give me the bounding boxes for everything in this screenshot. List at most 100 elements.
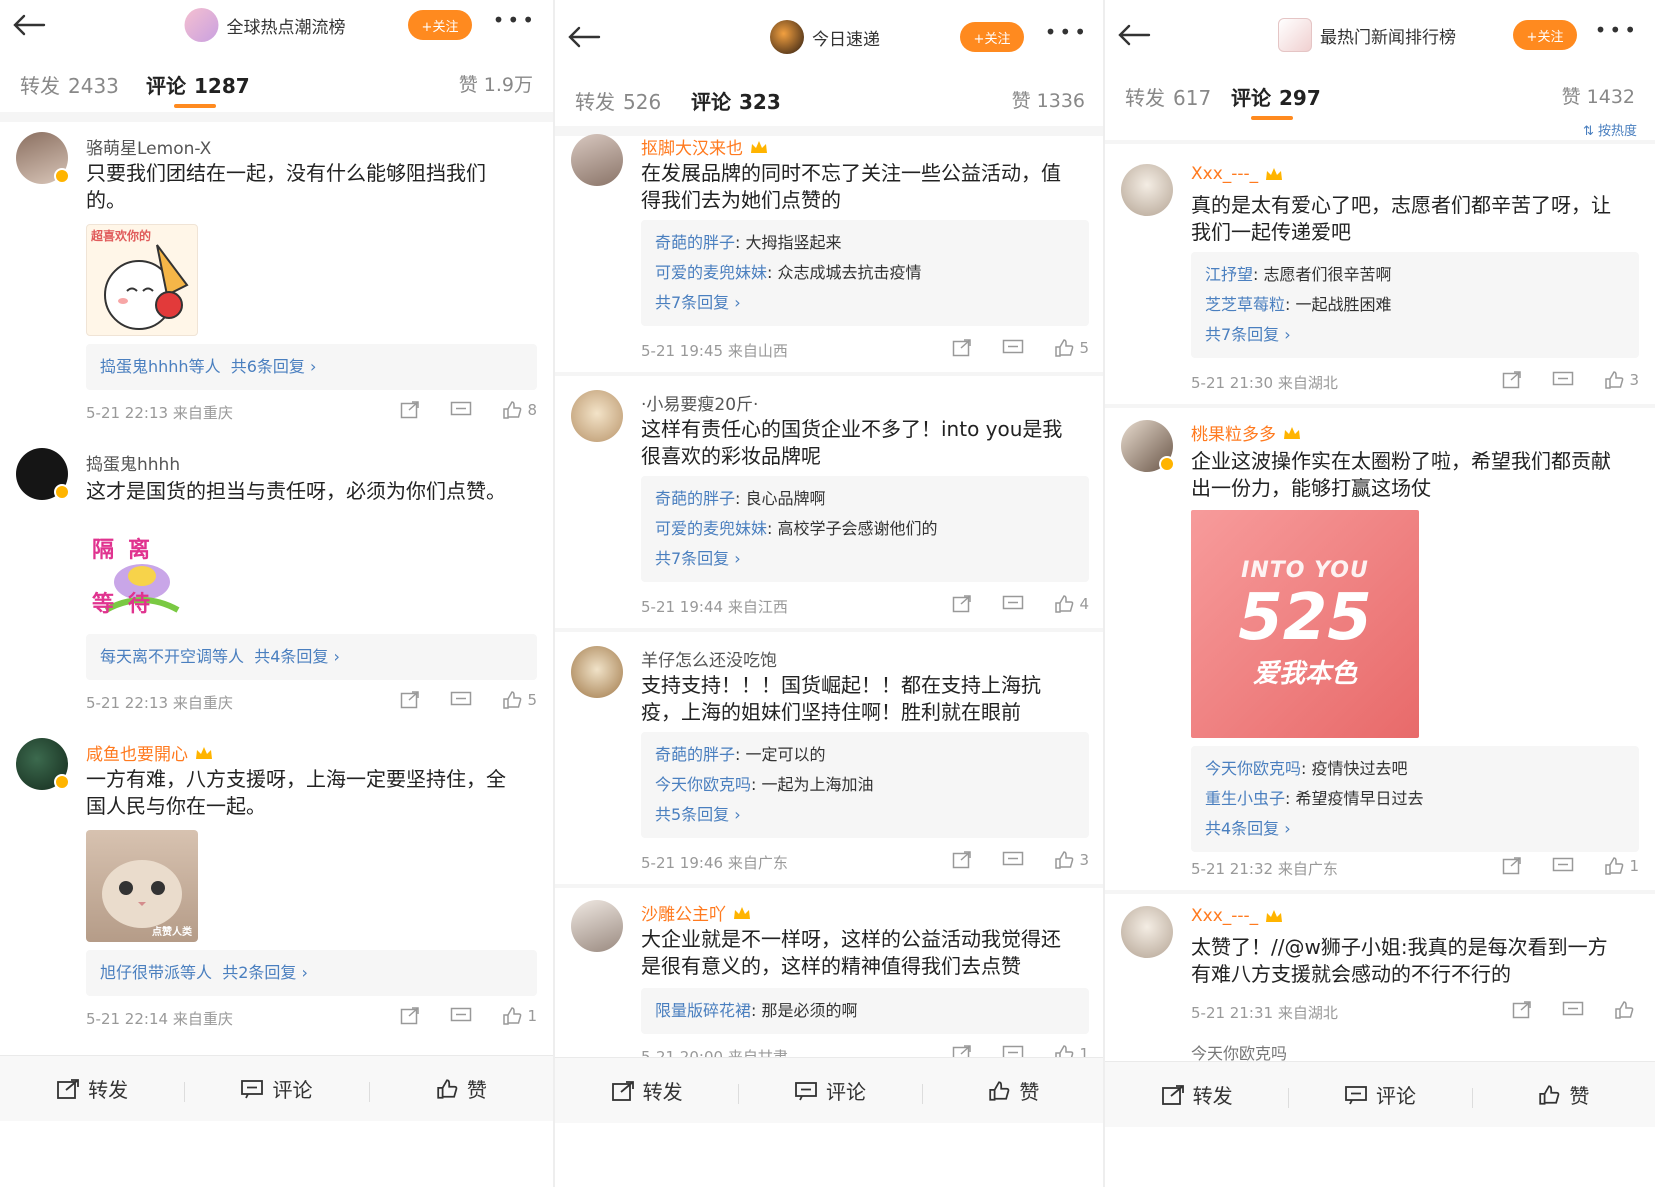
share-icon[interactable] [1502,857,1522,875]
comment-button[interactable]: 评论 [1288,1080,1471,1109]
like-button[interactable]: 8 [502,400,537,420]
share-icon[interactable] [1512,1001,1532,1019]
comment-username[interactable]: 咸鱼也要開心 [86,740,214,765]
follow-button[interactable]: +关注 [408,10,472,40]
like-button[interactable]: 5 [502,690,537,710]
comment-username[interactable]: Xxx_---_ [1191,164,1284,184]
tab-comments[interactable]: 评论 297 [1231,82,1321,111]
share-icon[interactable] [952,339,972,357]
tab-likes[interactable]: 赞 1432 [1562,82,1635,109]
comment-button[interactable]: 评论 [738,1076,921,1105]
like-button[interactable]: 3 [1604,370,1639,390]
reply-summary[interactable]: 捣蛋鬼hhhh等人 共6条回复 › [86,344,537,390]
avatar[interactable] [571,646,623,698]
avatar[interactable] [1121,906,1173,958]
tab-repost[interactable]: 转发 617 [1125,82,1211,111]
tab-likes[interactable]: 赞 1336 [1012,86,1085,113]
like-button[interactable]: 1 [1604,856,1639,876]
avatar[interactable] [571,134,623,186]
reply-list[interactable]: 今天你欧克吗: 疫情快过去吧 重生小虫子: 希望疫情早日过去 共4条回复 › [1191,746,1639,852]
comment-text: 这才是国货的担当与责任呀，必须为你们点赞。 [86,479,506,503]
reply-icon[interactable] [1002,339,1024,357]
like-button[interactable]: 4 [1054,594,1089,614]
reply-list[interactable]: 奇葩的胖子: 一定可以的 今天你欧克吗: 一起为上海加油 共5条回复 › [641,732,1089,838]
tab-comments[interactable]: 评论 323 [691,86,781,115]
reply-icon[interactable] [450,401,472,419]
share-icon[interactable] [400,401,420,419]
comment-username[interactable]: Xxx_---_ [1191,906,1284,926]
reply-list[interactable]: 奇葩的胖子: 大拇指竖起来 可爱的麦兜妹妹: 众志成城去抗击疫情 共7条回复 › [641,220,1089,326]
comment-meta: 5-21 22:13 来自重庆 [86,694,233,712]
like-bottom-button[interactable]: 赞 [1471,1080,1655,1109]
account-title[interactable]: 全球热点潮流榜 [184,8,346,42]
reply-summary[interactable]: 每天离不开空调等人 共4条回复 › [86,634,537,680]
comment-username[interactable]: ·小易要瘦20斤· [641,390,758,415]
reply-icon[interactable] [1562,1001,1584,1019]
repost-button[interactable]: 转发 [0,1074,184,1103]
follow-button[interactable]: +关注 [960,22,1024,52]
view-more-replies-link[interactable]: 共7条回复 › [1205,320,1625,350]
tab-repost[interactable]: 转发 2433 [20,70,119,99]
like-button[interactable]: 3 [1054,850,1089,870]
back-button[interactable] [1117,20,1157,50]
divider [555,372,1105,376]
view-more-replies-link[interactable]: 共5条回复 › [655,800,1075,830]
like-bottom-button[interactable]: 赞 [921,1076,1105,1105]
reply-icon[interactable] [450,691,472,709]
reply-icon[interactable] [1002,595,1024,613]
account-title[interactable]: 最热门新闻排行榜 [1278,18,1456,52]
comment-username[interactable]: 桃果粒多多 [1191,420,1302,445]
sticker-image[interactable]: 隔离等待 [86,520,198,632]
reply-list[interactable]: 限量版碎花裙: 那是必须的啊 [641,988,1089,1034]
tab-likes[interactable]: 赞 1.9万 [459,70,533,97]
sort-by-heat-toggle[interactable]: ⇅ 按热度 [1583,120,1637,139]
share-icon[interactable] [952,595,972,613]
like-button[interactable]: 1 [502,1006,537,1026]
avatar[interactable] [1121,164,1173,216]
sticker-image[interactable]: 超喜欢你的 [86,224,198,336]
reply-list[interactable]: 江抒望: 志愿者们很辛苦啊 芝芝草莓粒: 一起战胜困难 共7条回复 › [1191,252,1639,358]
back-button[interactable] [567,22,607,52]
view-more-replies-link[interactable]: 共7条回复 › [655,288,1075,318]
comment-username[interactable]: 沙雕公主吖 [641,900,752,925]
more-menu-icon[interactable]: ••• [493,8,537,32]
comment-username[interactable]: 骆萌星Lemon-X [86,134,211,159]
reply-icon[interactable] [450,1007,472,1025]
comment-username[interactable]: 捣蛋鬼hhhh [86,450,180,475]
comment-username[interactable]: 羊仔怎么还没吃饱 [641,646,777,671]
view-more-replies-link[interactable]: 共7条回复 › [655,544,1075,574]
view-more-replies-link[interactable]: 共4条回复 › [1205,814,1625,844]
reply-list[interactable]: 奇葩的胖子: 良心品牌啊 可爱的麦兜妹妹: 高校学子会感谢他们的 共7条回复 › [641,476,1089,582]
share-icon[interactable] [1502,371,1522,389]
account-title[interactable]: 今日速递 [770,20,880,54]
tab-repost[interactable]: 转发 526 [575,86,661,115]
sticker-image[interactable]: 点赞人类 [86,830,198,942]
divider [1105,404,1655,408]
weibo-panel-3: 最热门新闻排行榜 +关注 ••• 转发 617 评论 297 赞 1432 ⇅ 按热… [1105,0,1655,1187]
more-menu-icon[interactable]: ••• [1595,18,1639,42]
share-icon[interactable] [400,1007,420,1025]
comment-button[interactable]: 评论 [184,1074,368,1103]
verified-badge-icon [1159,456,1175,472]
share-icon[interactable] [400,691,420,709]
avatar[interactable] [571,900,623,952]
reply-line: 奇葩的胖子: 一定可以的 [655,745,826,764]
account-name: 今日速递 [812,29,880,50]
reply-icon[interactable] [1552,371,1574,389]
like-button[interactable] [1614,1000,1639,1020]
repost-button[interactable]: 转发 [1105,1080,1288,1109]
share-icon[interactable] [952,851,972,869]
comment-username[interactable]: 抠脚大汉来也 [641,134,769,159]
reply-summary[interactable]: 旭仔很带派等人 共2条回复 › [86,950,537,996]
promo-image[interactable]: INTO YOU 525 爱我本色 [1191,510,1419,738]
avatar[interactable] [571,390,623,442]
repost-button[interactable]: 转发 [555,1076,738,1105]
reply-icon[interactable] [1552,857,1574,875]
back-button[interactable] [12,10,52,40]
like-bottom-button[interactable]: 赞 [368,1074,553,1103]
follow-button[interactable]: +关注 [1513,20,1577,50]
tab-comments[interactable]: 评论 1287 [146,70,250,99]
like-button[interactable]: 5 [1054,338,1089,358]
more-menu-icon[interactable]: ••• [1045,20,1089,44]
reply-icon[interactable] [1002,851,1024,869]
